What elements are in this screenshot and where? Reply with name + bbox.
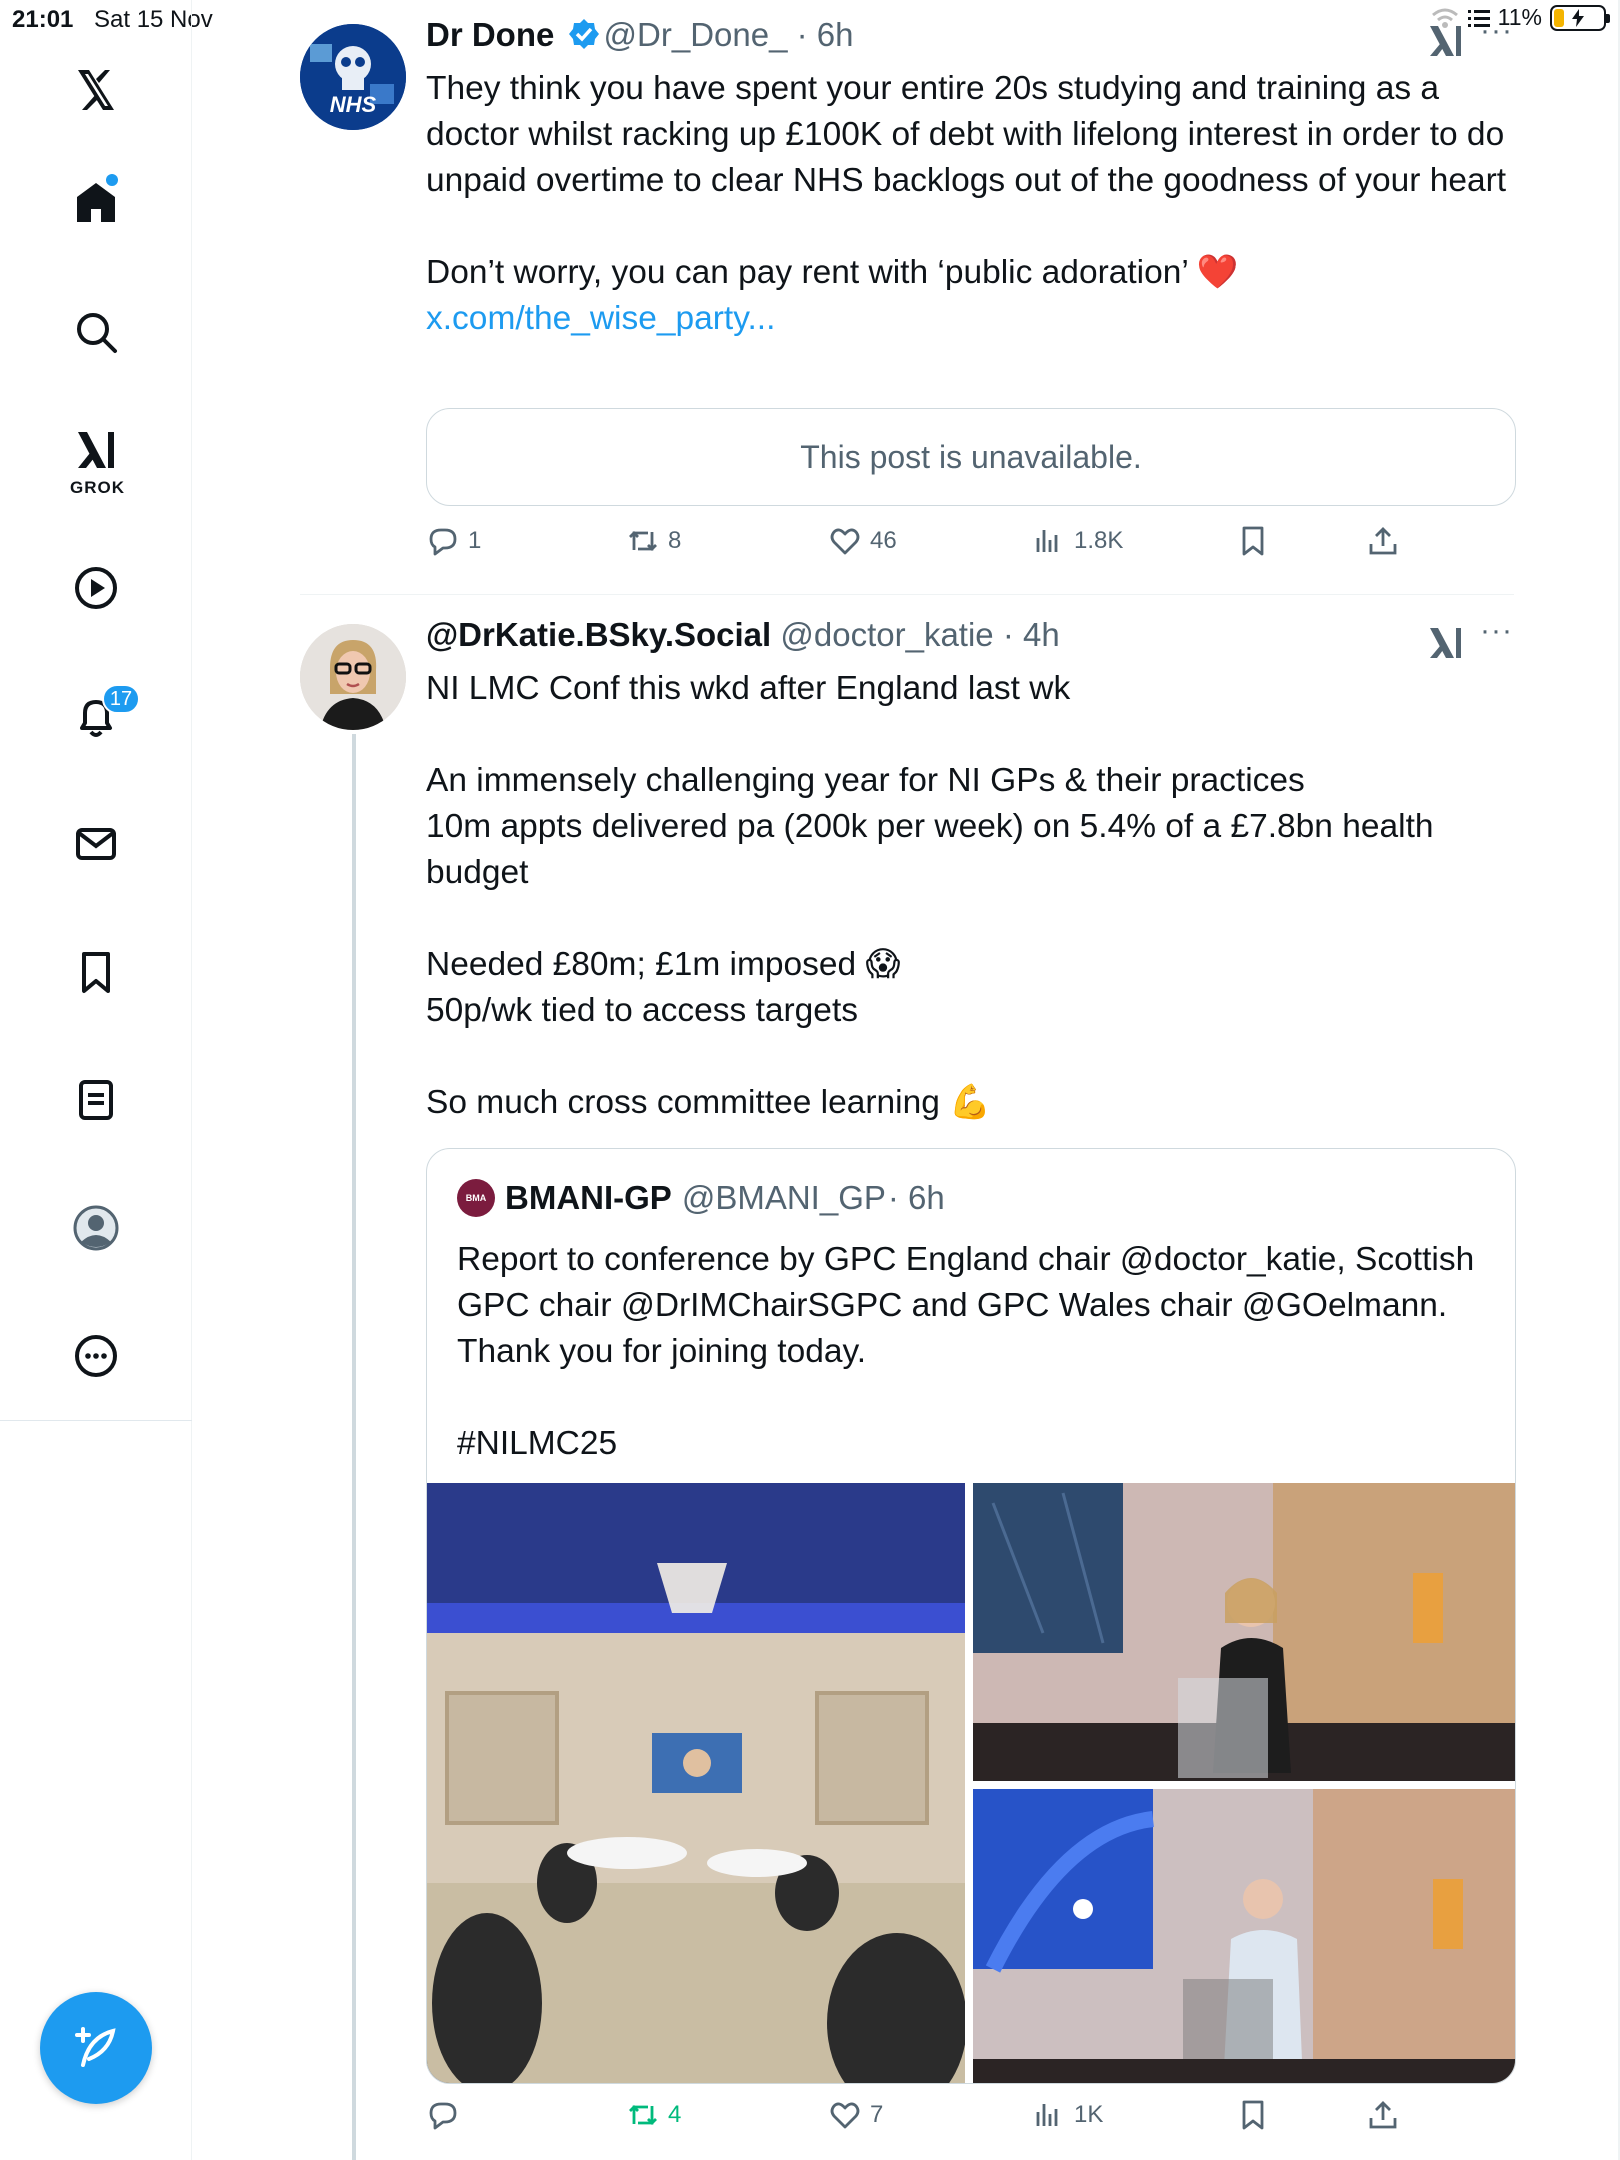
post-paragraph: So much cross committee learning 💪 xyxy=(426,1084,991,1121)
reply-count: 1 xyxy=(468,527,482,554)
home-unread-dot xyxy=(106,174,118,186)
reply-button[interactable] xyxy=(426,2098,468,2132)
post-paragraph: NI LMC Conf this wkd after England last … xyxy=(426,670,1071,707)
notifications-badge: 17 xyxy=(102,684,140,714)
share-icon xyxy=(1369,527,1397,555)
repost-count: 4 xyxy=(668,2101,682,2128)
share-icon xyxy=(1369,2101,1397,2129)
compose-post-button[interactable] xyxy=(40,1992,152,2104)
thread-line xyxy=(352,734,356,2160)
post-paragraph: An immensely challenging year for NI GPs… xyxy=(426,762,1434,891)
more-options-icon[interactable] xyxy=(56,1316,136,1396)
reply-icon xyxy=(429,2102,457,2130)
views-icon xyxy=(1036,2104,1058,2126)
quote-paragraph: Report to conference by GPC England chai… xyxy=(457,1241,1475,1370)
repost-count: 8 xyxy=(668,527,682,554)
like-button[interactable]: 46 xyxy=(828,524,897,558)
post-time[interactable]: · 4h xyxy=(1003,616,1060,653)
verified-badge-icon xyxy=(568,19,599,49)
search-icon[interactable] xyxy=(56,292,136,372)
repost-button[interactable]: 8 xyxy=(626,524,681,558)
author-name[interactable]: Dr Done xyxy=(426,16,554,53)
speaker-photo-man[interactable] xyxy=(973,1789,1515,2083)
post-text: NI LMC Conf this wkd after England last … xyxy=(426,666,1516,1126)
messages-icon[interactable] xyxy=(56,804,136,884)
views-button[interactable]: 1K xyxy=(1032,2098,1103,2132)
home-icon[interactable] xyxy=(56,162,136,242)
media-grid xyxy=(427,1483,1515,2083)
repost-icon xyxy=(629,531,657,551)
bookmark-icon xyxy=(1242,526,1264,556)
post-paragraph: They think you have spent your entire 20… xyxy=(426,70,1514,199)
share-button[interactable] xyxy=(1366,524,1400,558)
svg-text:NHS: NHS xyxy=(330,92,377,117)
post-actions: 1 8 46 1.8K xyxy=(426,524,1516,574)
views-count: 1.8K xyxy=(1074,527,1124,554)
post-link[interactable]: x.com/the_wise_party... xyxy=(426,300,775,337)
author-name[interactable]: @DrKatie.BSky.Social xyxy=(426,616,771,653)
reply-icon xyxy=(429,528,457,556)
unavailable-quote: This post is unavailable. xyxy=(426,408,1516,506)
profile-avatar-icon[interactable] xyxy=(56,1188,136,1268)
sidebar: GROK 17 xyxy=(0,0,192,2160)
post-paragraph-text: Don’t worry, you can pay rent with ‘publ… xyxy=(426,254,1248,291)
compose-feather-icon xyxy=(75,2027,116,2067)
battery-icon xyxy=(1550,4,1610,31)
post-header: Dr Done @Dr_Done_ · 6h xyxy=(426,16,853,54)
quote-paragraph: #NILMC25 xyxy=(457,1425,618,1462)
post-time[interactable]: · 6h xyxy=(797,16,854,53)
grok-explain-icon[interactable] xyxy=(1426,622,1466,662)
grok-label: GROK xyxy=(70,478,125,497)
sidebar-divider xyxy=(0,1420,192,1421)
bookmark-button[interactable] xyxy=(1236,2098,1270,2132)
views-button[interactable]: 1.8K xyxy=(1032,524,1123,558)
post-actions: 4 7 1K xyxy=(426,2098,1516,2148)
quote-author-handle[interactable]: @BMANI_GP xyxy=(682,1179,886,1217)
post-more-icon[interactable]: ··· xyxy=(1480,614,1513,648)
grok-explain-icon[interactable] xyxy=(1426,20,1466,60)
author-handle[interactable]: @doctor_katie xyxy=(780,616,993,653)
conference-room-photo[interactable] xyxy=(427,1483,965,2083)
post-header: @DrKatie.BSky.Social @doctor_katie · 4h xyxy=(426,616,1060,654)
reply-button[interactable]: 1 xyxy=(426,524,481,558)
x-logo-icon[interactable] xyxy=(56,50,136,130)
post-paragraph: Don’t worry, you can pay rent with ‘publ… xyxy=(426,250,1516,342)
avatar[interactable]: NHS xyxy=(300,24,406,130)
bookmarks-icon[interactable] xyxy=(56,932,136,1012)
views-icon xyxy=(1036,530,1058,552)
post-paragraph: Needed £80m; £1m imposed 😱 50p/wk tied t… xyxy=(426,946,901,1029)
bookmark-button[interactable] xyxy=(1236,524,1270,558)
quote-header: BMA BMANI-GP @BMANI_GP · 6h xyxy=(457,1179,945,1217)
video-icon[interactable] xyxy=(56,548,136,628)
quoted-post[interactable]: BMA BMANI-GP @BMANI_GP · 6h Report to co… xyxy=(426,1148,1516,2084)
views-count: 1K xyxy=(1074,2101,1104,2128)
avatar[interactable] xyxy=(300,624,406,730)
quote-time: · 6h xyxy=(887,1179,945,1216)
like-count: 46 xyxy=(870,527,897,554)
lists-icon[interactable] xyxy=(56,1060,136,1140)
heart-icon xyxy=(830,2102,860,2129)
post-text: They think you have spent your entire 20… xyxy=(426,66,1516,342)
speaker-photo-woman[interactable] xyxy=(973,1483,1515,1781)
quote-author-name[interactable]: BMANI-GP xyxy=(505,1179,672,1217)
bookmark-icon xyxy=(1242,2100,1264,2130)
like-button[interactable]: 7 xyxy=(828,2098,883,2132)
share-button[interactable] xyxy=(1366,2098,1400,2132)
like-count: 7 xyxy=(870,2101,884,2128)
author-handle[interactable]: @Dr_Done_ xyxy=(604,16,788,53)
post-divider xyxy=(300,594,1514,595)
repost-button[interactable]: 4 xyxy=(626,2098,681,2132)
heart-icon xyxy=(830,528,860,555)
quote-text: Report to conference by GPC England chai… xyxy=(457,1237,1487,1513)
repost-icon xyxy=(629,2105,657,2125)
post-more-icon[interactable]: ··· xyxy=(1480,14,1513,48)
quote-avatar[interactable]: BMA xyxy=(457,1179,495,1217)
